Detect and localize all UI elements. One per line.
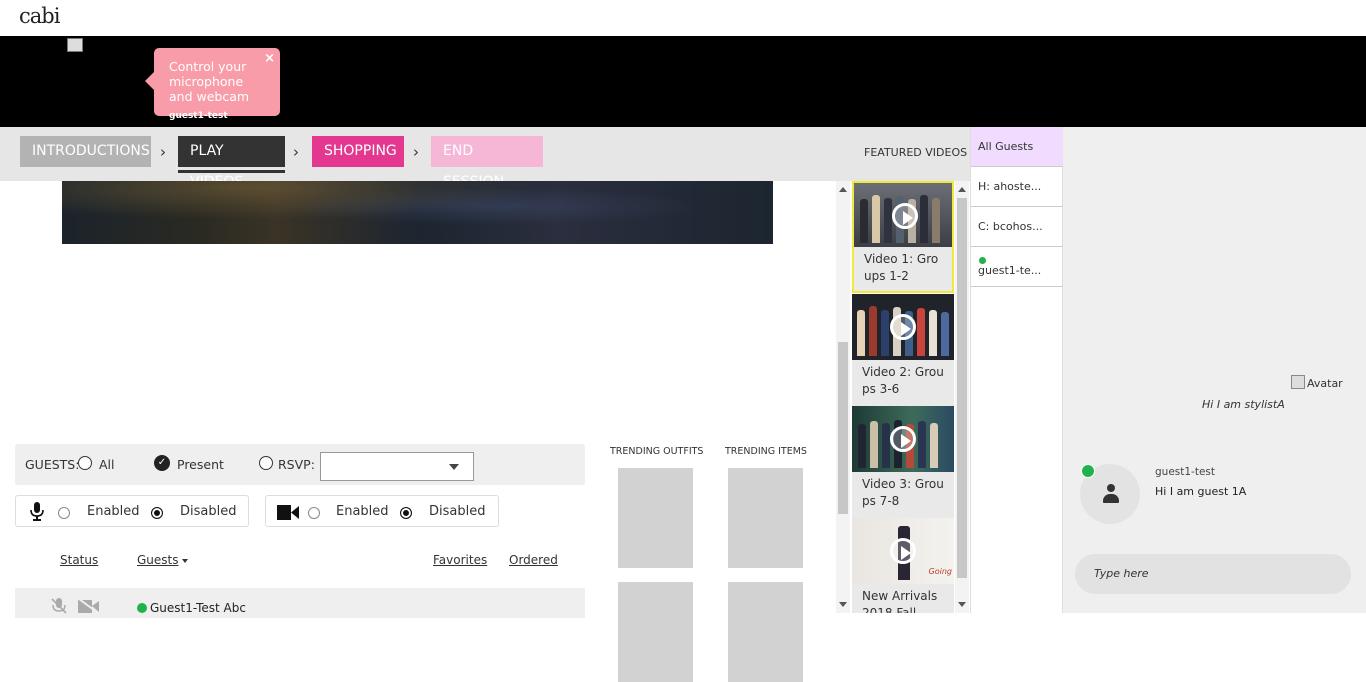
microphone-icon: [30, 502, 44, 521]
featured-videos-list: Video 1: Groups 1-2 Video 2: Groups 3-6 …: [851, 181, 955, 613]
video-thumbnail[interactable]: [852, 406, 954, 472]
trending-outfit-thumbnail[interactable]: [618, 468, 693, 568]
camera-disabled-label: Disabled: [429, 504, 486, 519]
stylist-message: Hi I am stylistA: [1202, 398, 1285, 411]
chat-panel: Avatar Hi I am stylistA guest1-test Hi I…: [1063, 127, 1366, 613]
mic-disabled-radio[interactable]: [151, 507, 163, 519]
mic-enabled-radio[interactable]: [58, 507, 70, 519]
webcam-user-label: guest1-test: [169, 111, 228, 121]
mic-disabled-label: Disabled: [180, 504, 237, 519]
video-thumbnail[interactable]: [852, 294, 954, 360]
video-caption: New Arrivals 2018 Fall: [852, 584, 954, 613]
stylist-avatar: Avatar: [1291, 375, 1343, 390]
online-status-dot: [137, 603, 147, 613]
session-steps-bar: INTRODUCTIONS › PLAY VIDEOS › SHOPPING ›…: [0, 127, 970, 190]
filter-present-label: Present: [177, 457, 224, 472]
filter-rsvp-label: RSVP:: [278, 457, 315, 472]
guest-list-item-host[interactable]: H: ahoste...: [971, 167, 1063, 207]
sort-down-icon: [181, 558, 188, 563]
filter-rsvp-radio[interactable]: [259, 456, 273, 470]
chat-input[interactable]: Type here: [1075, 554, 1351, 594]
online-status-dot: [1081, 464, 1095, 478]
close-icon[interactable]: ×: [264, 51, 275, 66]
camera-off-icon: [78, 598, 99, 614]
guests-filter-label: GUESTS:: [25, 457, 80, 472]
guest-list-label: H: ahoste...: [978, 180, 1042, 193]
cabi-logo[interactable]: cabi: [19, 4, 60, 28]
rsvp-select[interactable]: [320, 452, 474, 481]
filter-all-radio[interactable]: [78, 456, 92, 470]
guest-list-item-all[interactable]: All Guests: [971, 127, 1063, 167]
video-player[interactable]: [62, 181, 773, 244]
chevron-right-icon: ›: [160, 143, 166, 161]
tooltip-text: Control your microphone and webcam: [169, 59, 250, 104]
video-thumbnail[interactable]: Going: [852, 518, 954, 584]
camera-enabled-label: Enabled: [336, 504, 389, 519]
guest-list-item-cohost[interactable]: C: bcohos...: [971, 207, 1063, 247]
chat-sender-name: guest1-test: [1155, 466, 1216, 478]
top-bar: cabi: [0, 0, 1366, 36]
play-icon: [892, 203, 918, 229]
trending-items-title: TRENDING ITEMS: [725, 446, 807, 457]
video-list-scrollbar-thumb[interactable]: [957, 198, 967, 578]
featured-videos-title: FEATURED VIDEOS: [864, 146, 968, 159]
video-caption: Video 3: Groups 7-8: [852, 472, 954, 518]
column-favorites[interactable]: Favorites: [433, 553, 487, 567]
guest-list-item-guest[interactable]: guest1-te...: [971, 247, 1063, 287]
mic-webcam-tooltip: Control your microphone and webcam ×: [145, 48, 280, 116]
chevron-down-icon: [449, 464, 459, 470]
scroll-up-arrow-icon[interactable]: [958, 187, 966, 192]
camera-disabled-radio[interactable]: [400, 507, 412, 519]
trending-outfits-title: TRENDING OUTFITS: [610, 446, 704, 457]
table-row[interactable]: Guest1-Test Abc: [15, 588, 585, 618]
microphone-controls: Enabled Disabled: [15, 495, 249, 527]
filter-present-check-icon[interactable]: ✓: [154, 455, 170, 471]
column-ordered[interactable]: Ordered: [509, 553, 558, 567]
guest-list-panel: All Guests H: ahoste... C: bcohos... gue…: [970, 127, 1063, 613]
mic-enabled-label: Enabled: [87, 504, 140, 519]
column-guests-label: Guests: [137, 553, 179, 567]
scroll-up-arrow-icon[interactable]: [839, 187, 847, 192]
main-scrollbar-thumb[interactable]: [838, 342, 848, 514]
play-icon: [890, 426, 916, 452]
video-caption: Video 2: Groups 3-6: [852, 360, 954, 406]
broken-image-icon: [67, 38, 83, 52]
video-caption: Video 1: Groups 1-2: [852, 247, 954, 293]
play-icon: [890, 538, 916, 564]
scroll-down-arrow-icon[interactable]: [839, 602, 847, 607]
video-thumbnail[interactable]: [852, 181, 954, 247]
video-camera-icon: [277, 505, 299, 520]
guest-list-label: C: bcohos...: [978, 220, 1043, 233]
online-status-dot: [979, 257, 986, 264]
guests-filter-panel: GUESTS: All ✓ Present RSVP:: [15, 444, 585, 485]
step-shopping-button[interactable]: SHOPPING: [312, 136, 404, 167]
step-play-videos-button[interactable]: PLAY VIDEOS: [178, 136, 285, 190]
scroll-down-arrow-icon[interactable]: [958, 602, 966, 607]
mic-muted-icon: [51, 598, 67, 614]
active-step-underline: [178, 170, 285, 173]
guest-list-label: guest1-te...: [978, 264, 1042, 277]
chevron-right-icon: ›: [413, 143, 419, 161]
column-guests[interactable]: Guests: [137, 553, 188, 567]
guest-message: Hi I am guest 1A: [1155, 485, 1247, 498]
filter-all-label: All: [99, 457, 115, 472]
camera-enabled-radio[interactable]: [308, 507, 320, 519]
trending-outfit-thumbnail[interactable]: [618, 582, 693, 682]
trending-item-thumbnail[interactable]: [728, 582, 803, 682]
play-icon: [890, 314, 916, 340]
camera-controls: Enabled Disabled: [265, 495, 499, 527]
trending-item-thumbnail[interactable]: [728, 468, 803, 568]
guest-list-label: All Guests: [978, 140, 1034, 153]
step-introductions-button[interactable]: INTRODUCTIONS: [20, 136, 151, 167]
chevron-right-icon: ›: [293, 143, 299, 161]
column-status[interactable]: Status: [60, 553, 98, 567]
step-end-session-button[interactable]: END SESSION: [431, 136, 543, 190]
